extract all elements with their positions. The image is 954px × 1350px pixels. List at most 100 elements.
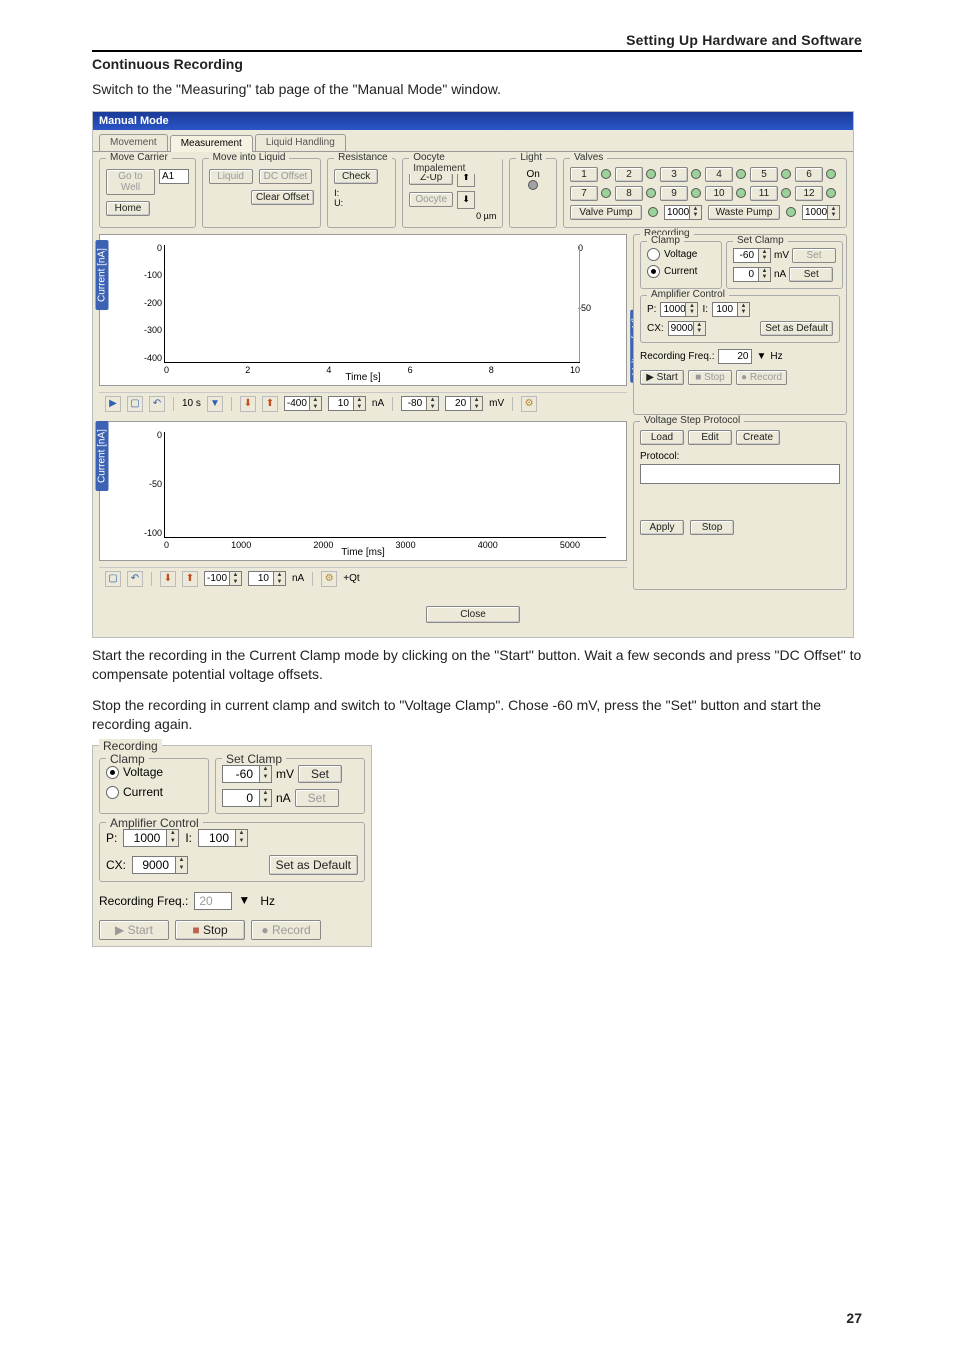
valve-8[interactable]: 8 <box>615 186 656 201</box>
close-button[interactable]: Close <box>426 606 520 623</box>
divider <box>92 50 862 52</box>
set-current-button[interactable]: Set <box>789 267 833 282</box>
record-button[interactable]: ● Record <box>736 370 787 385</box>
chart1-tb-80[interactable]: -80▲▼ <box>401 396 439 411</box>
arrow-down-icon[interactable]: ⬇ <box>240 396 256 412</box>
dc-offset-button[interactable]: DC Offset <box>259 169 313 184</box>
vsp-load-button[interactable]: Load <box>640 430 684 445</box>
liquid-button[interactable]: Liquid <box>209 169 253 184</box>
amp-ctrl-legend: Amplifier Control <box>647 289 729 300</box>
arrow-up-icon[interactable]: ⬆ <box>262 396 278 412</box>
tab-liquid-handling[interactable]: Liquid Handling <box>255 134 346 151</box>
chart1-tb-20[interactable]: 20▲▼ <box>445 396 483 411</box>
valve-4[interactable]: 4 <box>705 167 746 182</box>
detail-amp-legend: Amplifier Control <box>106 816 203 830</box>
detail-start-button[interactable]: ▶ Start <box>99 920 169 940</box>
vsp-legend: Voltage Step Protocol <box>640 415 744 426</box>
radio-current[interactable]: Current <box>647 265 715 278</box>
vsp-create-button[interactable]: Create <box>736 430 780 445</box>
undo-icon[interactable]: ↶ <box>127 571 143 587</box>
arrow-up-icon[interactable]: ⬆ <box>182 571 198 587</box>
current-input[interactable]: 0▲▼ <box>733 267 771 282</box>
fit-icon[interactable]: ▢ <box>127 396 143 412</box>
amp-I-input[interactable]: 100▲▼ <box>712 302 750 317</box>
valve-12[interactable]: 12 <box>795 186 836 201</box>
valve-pump-input[interactable]: 1000▲▼ <box>664 205 702 220</box>
valve-10[interactable]: 10 <box>705 186 746 201</box>
goto-well-button[interactable]: Go to Well <box>106 169 155 195</box>
dropdown-icon[interactable]: ▼ <box>756 351 766 362</box>
valve-pump-led-icon <box>648 207 658 217</box>
waste-pump-input[interactable]: 1000▲▼ <box>802 205 840 220</box>
light-legend: Light <box>516 152 546 163</box>
dropdown-icon[interactable]: ▼ <box>207 396 223 412</box>
valve-11[interactable]: 11 <box>750 186 791 201</box>
vsp-edit-button[interactable]: Edit <box>688 430 732 445</box>
detail-recording-legend: Recording <box>99 739 162 753</box>
detail-set-default-button[interactable]: Set as Default <box>269 855 358 875</box>
detail-amp-I-input[interactable]: 100▲▼ <box>198 829 248 847</box>
clear-offset-button[interactable]: Clear Offset <box>251 190 314 205</box>
paragraph-2: Start the recording in the Current Clamp… <box>92 646 862 684</box>
voltage-input[interactable]: -60▲▼ <box>733 248 771 263</box>
valve-5[interactable]: 5 <box>750 167 791 182</box>
undo-icon[interactable]: ↶ <box>149 396 165 412</box>
arrow-down-icon[interactable]: ⬇ <box>160 571 176 587</box>
play-icon[interactable]: ▶ <box>105 396 121 412</box>
detail-set-clamp-legend: Set Clamp <box>222 752 286 766</box>
chart1-tb-10[interactable]: 10▲▼ <box>328 396 366 411</box>
amp-CX-input[interactable]: 9000▲▼ <box>668 321 706 336</box>
valve-7[interactable]: 7 <box>570 186 611 201</box>
amp-P-input[interactable]: 1000▲▼ <box>660 302 698 317</box>
res-i-label: I: <box>334 188 389 198</box>
detail-stop-button[interactable]: ■ Stop <box>175 920 245 940</box>
detail-current-input[interactable]: 0▲▼ <box>222 789 272 807</box>
chart2-tb-100[interactable]: -100▲▼ <box>204 571 242 586</box>
tab-movement[interactable]: Movement <box>99 134 168 151</box>
set-default-button[interactable]: Set as Default <box>760 321 833 336</box>
detail-set-current-button[interactable]: Set <box>295 789 339 807</box>
vsp-stop-button[interactable]: Stop <box>690 520 734 535</box>
detail-freq-input[interactable]: 20 <box>194 892 232 910</box>
well-selector[interactable]: A1 <box>159 169 189 184</box>
radio-voltage[interactable]: Voltage <box>647 248 715 261</box>
detail-radio-voltage[interactable]: Voltage <box>106 765 202 779</box>
chart2-tb-na: nA <box>292 573 304 584</box>
detail-amp-CX-input[interactable]: 9000▲▼ <box>132 856 188 874</box>
home-button[interactable]: Home <box>106 201 150 216</box>
valve-3[interactable]: 3 <box>660 167 701 182</box>
light-on-label: On <box>527 169 540 180</box>
detail-record-button[interactable]: ● Record <box>251 920 321 940</box>
detail-radio-current[interactable]: Current <box>106 785 202 799</box>
set-clamp-legend: Set Clamp <box>733 235 788 246</box>
chart1-yticks: 0-100-200-300-400 <box>136 243 162 363</box>
valve-pump-button[interactable]: Valve Pump <box>570 205 642 220</box>
fit-icon[interactable]: ▢ <box>105 571 121 587</box>
start-button[interactable]: ▶ Start <box>640 370 684 385</box>
check-button[interactable]: Check <box>334 169 378 184</box>
gear-icon[interactable]: ⚙ <box>321 571 337 587</box>
valve-1[interactable]: 1 <box>570 167 611 182</box>
rec-freq-input[interactable]: 20 <box>718 349 752 364</box>
valve-6[interactable]: 6 <box>795 167 836 182</box>
detail-amp-P-input[interactable]: 1000▲▼ <box>123 829 179 847</box>
vsp-apply-button[interactable]: Apply <box>640 520 684 535</box>
tab-measurement[interactable]: Measurement <box>170 135 253 152</box>
valve-2[interactable]: 2 <box>615 167 656 182</box>
dropdown-icon[interactable]: ▼ <box>238 893 254 909</box>
light-led-icon[interactable] <box>528 180 538 190</box>
valve-9[interactable]: 9 <box>660 186 701 201</box>
waste-pump-button[interactable]: Waste Pump <box>708 205 780 220</box>
chart1-tb-neg400[interactable]: -400▲▼ <box>284 396 322 411</box>
stop-button[interactable]: ■ Stop <box>688 370 732 385</box>
arrow-down-icon[interactable]: ⬇ <box>457 191 475 209</box>
detail-amp-P-label: P: <box>106 831 117 845</box>
vsp-protocol-field[interactable] <box>640 464 840 484</box>
gear-icon[interactable]: ⚙ <box>521 396 537 412</box>
detail-set-voltage-button[interactable]: Set <box>298 765 342 783</box>
oocyte-button[interactable]: Oocyte <box>409 192 453 207</box>
chart2-yticks: 0-50-100 <box>136 430 162 538</box>
chart2-tb-10[interactable]: 10▲▼ <box>248 571 286 586</box>
set-voltage-button[interactable]: Set <box>792 248 836 263</box>
detail-voltage-input[interactable]: -60▲▼ <box>222 765 272 783</box>
